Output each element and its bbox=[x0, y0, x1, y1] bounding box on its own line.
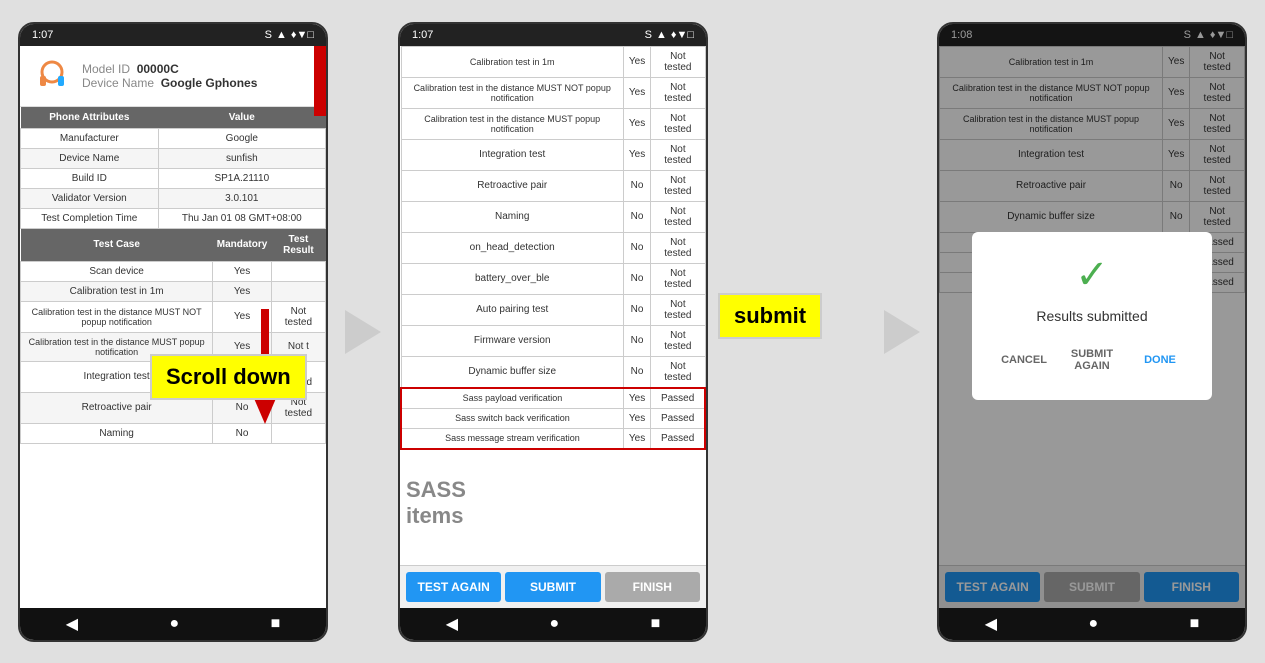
test-table-1: Test Case Mandatory Test Result Scan dev… bbox=[20, 229, 326, 444]
recents-icon-3[interactable]: ■ bbox=[1190, 615, 1200, 633]
home-icon-2[interactable]: ● bbox=[549, 615, 559, 633]
right-arrow-icon bbox=[345, 310, 381, 354]
sass-row: Sass switch back verificationYesPassed bbox=[401, 408, 705, 428]
nav-bar-2: ◀ ● ■ bbox=[400, 608, 706, 640]
recents-icon-2[interactable]: ■ bbox=[651, 615, 661, 633]
time-2: 1:07 bbox=[412, 29, 433, 41]
dialog-submit-again-button[interactable]: SUBMIT AGAIN bbox=[1060, 340, 1124, 380]
attr-row: ManufacturerGoogle bbox=[21, 128, 326, 148]
table-row: Calibration test in 1mYesNot tested bbox=[401, 46, 705, 77]
screen-1: 1:07 S ▲ ♦▼□ Model ID 00000C Device Name… bbox=[18, 22, 328, 642]
nav-bar-3: ◀ ● ■ bbox=[939, 608, 1245, 640]
right-arrow-icon-2 bbox=[884, 310, 920, 354]
status-icons-1: S ▲ ♦▼□ bbox=[265, 29, 314, 41]
attr-row: Test Completion TimeThu Jan 01 08 GMT+08… bbox=[21, 208, 326, 228]
headphone-icon bbox=[32, 56, 72, 96]
results-dialog: ✓ Results submitted CANCEL SUBMIT AGAIN … bbox=[972, 232, 1212, 400]
home-icon-3[interactable]: ● bbox=[1088, 615, 1098, 633]
table-row: Dynamic buffer sizeNoNot tested bbox=[401, 356, 705, 388]
bottom-buttons-2: TEST AGAIN SUBMIT FINISH bbox=[400, 565, 706, 608]
recents-icon[interactable]: ■ bbox=[271, 615, 281, 633]
sass-row: Sass message stream verificationYesPasse… bbox=[401, 428, 705, 449]
home-icon[interactable]: ● bbox=[169, 615, 179, 633]
table-row: on_head_detectionNoNot tested bbox=[401, 232, 705, 263]
table-row: NamingNoNot tested bbox=[401, 201, 705, 232]
attributes-table: Phone Attributes Value ManufacturerGoogl… bbox=[20, 107, 326, 229]
sass-items-label: SASSitems bbox=[406, 477, 466, 530]
attr-row: Device Namesunfish bbox=[21, 148, 326, 168]
nav-bar-1: ◀ ● ■ bbox=[20, 608, 326, 640]
submit-button-2[interactable]: SUBMIT bbox=[505, 572, 600, 602]
arrow-1 bbox=[338, 310, 388, 354]
submit-annotation: submit bbox=[718, 293, 822, 339]
device-info: Model ID 00000C Device Name Google Gphon… bbox=[82, 62, 257, 90]
finish-button-2[interactable]: FINISH bbox=[605, 572, 700, 602]
checkmark-icon: ✓ bbox=[992, 252, 1192, 298]
status-bar-1: 1:07 S ▲ ♦▼□ bbox=[20, 24, 326, 46]
status-icons-2: S ▲ ♦▼□ bbox=[645, 29, 694, 41]
dialog-cancel-button[interactable]: CANCEL bbox=[992, 340, 1056, 380]
dialog-buttons: CANCEL SUBMIT AGAIN DONE bbox=[992, 340, 1192, 380]
back-icon-2[interactable]: ◀ bbox=[446, 614, 458, 634]
time-1: 1:07 bbox=[32, 29, 53, 41]
test-again-button-2[interactable]: TEST AGAIN bbox=[406, 572, 501, 602]
table-row: battery_over_bleNoNot tested bbox=[401, 263, 705, 294]
main-table-2: Calibration test in 1mYesNot tested Cali… bbox=[400, 46, 706, 450]
scroll-annotation: Scroll down bbox=[150, 354, 307, 400]
submit-annotation-container: submit bbox=[718, 293, 822, 339]
device-header: Model ID 00000C Device Name Google Gphon… bbox=[20, 46, 326, 107]
screen-2: 1:07 S ▲ ♦▼□ Calibration test in 1mYesNo… bbox=[398, 22, 708, 642]
test-row: Scan deviceYes bbox=[21, 261, 326, 281]
table-row: Calibration test in the distance MUST NO… bbox=[401, 77, 705, 108]
back-icon-3[interactable]: ◀ bbox=[985, 614, 997, 634]
arrow-2 bbox=[877, 310, 927, 354]
screen-3: 1:08 S ▲ ♦▼□ Calibration test in 1mYesNo… bbox=[937, 22, 1247, 642]
dialog-message: Results submitted bbox=[992, 308, 1192, 324]
table-row: Firmware versionNoNot tested bbox=[401, 325, 705, 356]
results-dialog-overlay: ✓ Results submitted CANCEL SUBMIT AGAIN … bbox=[939, 24, 1245, 608]
table-row: Integration testYesNot tested bbox=[401, 139, 705, 170]
table-row: Retroactive pairNoNot tested bbox=[401, 170, 705, 201]
table-row: Auto pairing testNoNot tested bbox=[401, 294, 705, 325]
table-row: Calibration test in the distance MUST po… bbox=[401, 108, 705, 139]
status-bar-2: 1:07 S ▲ ♦▼□ bbox=[400, 24, 706, 46]
test-row: Calibration test in 1mYes bbox=[21, 281, 326, 301]
attr-row: Build IDSP1A.21110 bbox=[21, 168, 326, 188]
attr-row: Validator Version3.0.101 bbox=[21, 188, 326, 208]
dialog-done-button[interactable]: DONE bbox=[1128, 340, 1192, 380]
back-icon[interactable]: ◀ bbox=[66, 614, 78, 634]
sass-row: Sass payload verificationYesPassed bbox=[401, 388, 705, 409]
